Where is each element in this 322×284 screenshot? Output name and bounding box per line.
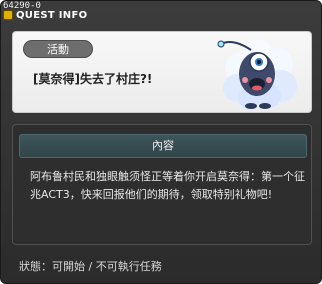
quest-icon: [3, 10, 13, 20]
title-bar[interactable]: 64290-0 QUEST INFO: [1, 1, 321, 25]
quest-description: 阿布鲁村民和独眼触须怪正等着你开启莫奈得：第一个征兆ACT3，快来回报他们的期待…: [30, 170, 305, 201]
quest-info-window: 64290-0 QUEST INFO 活動 [莫奈得]失去了村庄?! 內容 阿布…: [0, 0, 322, 284]
creature-illustration: [217, 40, 297, 109]
window-title: QUEST INFO: [16, 10, 88, 21]
quest-status: 狀態：可開始 / 不可執行任務: [19, 260, 162, 273]
content-header: 內容: [19, 134, 307, 158]
quest-category-badge: 活動: [23, 40, 93, 58]
quest-content-panel: 內容 阿布鲁村民和独眼触须怪正等着你开启莫奈得：第一个征兆ACT3，快来回报他们…: [12, 124, 312, 245]
quest-title: [莫奈得]失去了村庄?!: [33, 72, 153, 86]
